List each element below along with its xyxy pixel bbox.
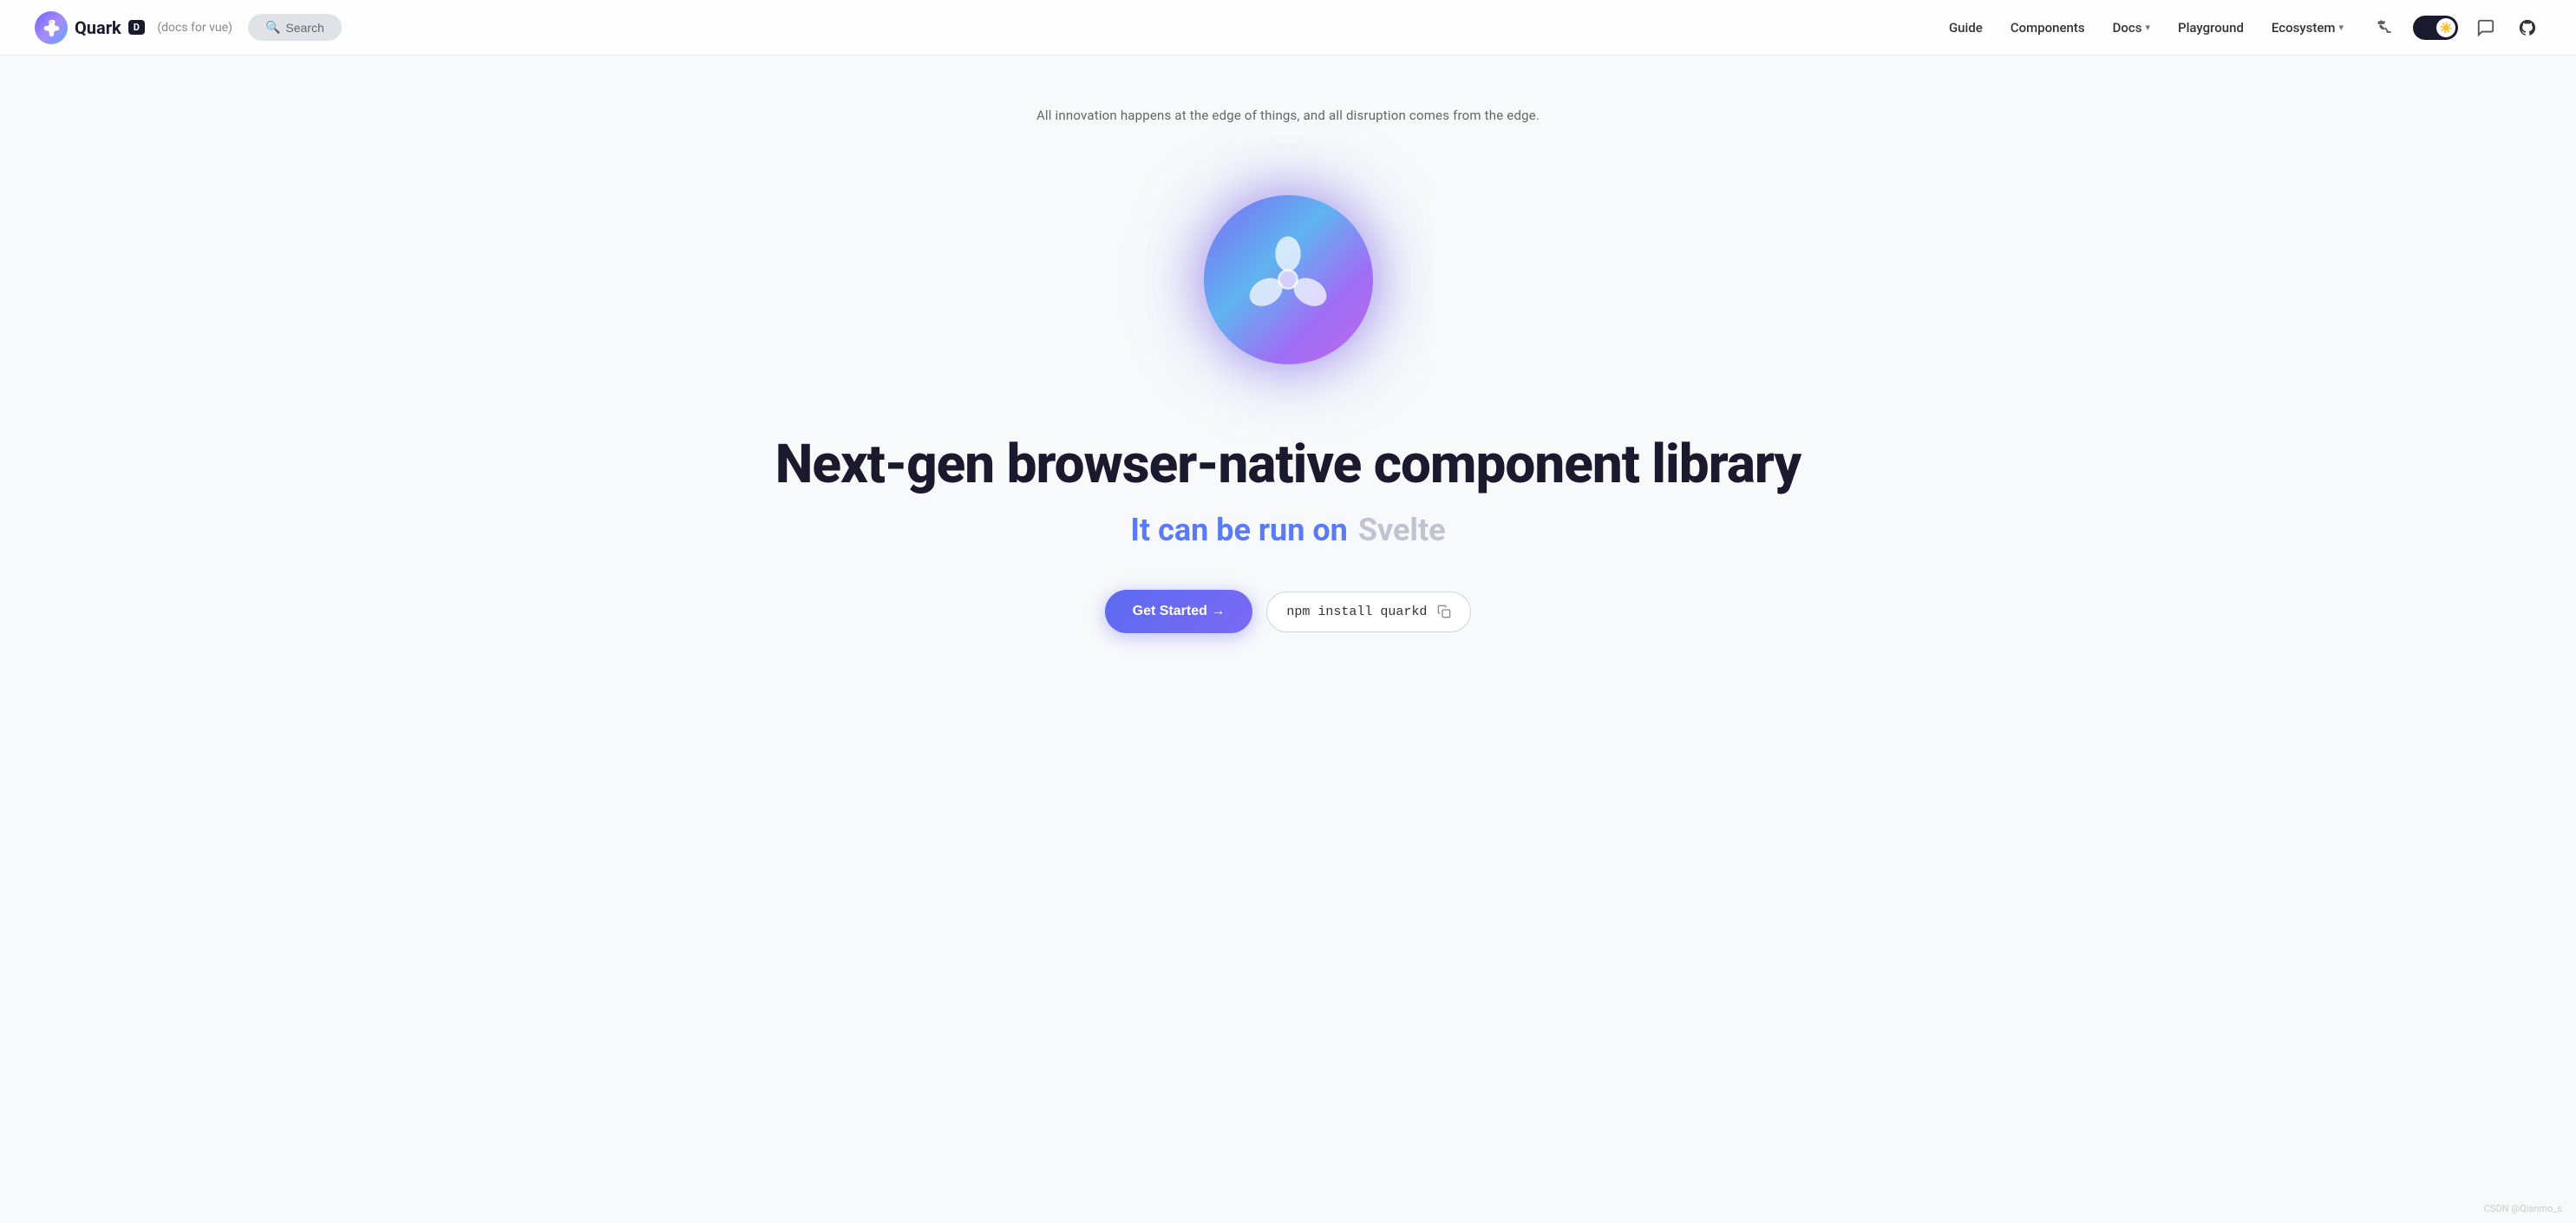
sub-framework: Svelte: [1358, 512, 1446, 548]
nav-actions: ☀️: [2371, 14, 2541, 42]
cta-row: Get Started → npm install quarkd: [1105, 590, 1472, 633]
toggle-knob: ☀️: [2436, 18, 2455, 37]
hero-section: All innovation happens at the edge of th…: [0, 56, 2576, 703]
search-label: Search: [285, 21, 324, 35]
quark-symbol-svg: [1240, 232, 1336, 327]
watermark: CSDN @Qianmo_s: [2484, 1203, 2562, 1214]
tagline: All innovation happens at the edge of th…: [1036, 108, 1540, 123]
nav-link-components[interactable]: Components: [2010, 20, 2085, 36]
docs-for-label: (docs for vue): [157, 21, 232, 35]
quark-logo-wrap: [1167, 158, 1409, 401]
get-started-button[interactable]: Get Started →: [1105, 590, 1253, 633]
nav-link-guide[interactable]: Guide: [1949, 20, 1983, 36]
navbar: Quark D (docs for vue) 🔍 Search Guide Co…: [0, 0, 2576, 56]
translate-button[interactable]: [2371, 14, 2399, 42]
quark-icon-svg: [42, 18, 61, 37]
npm-command-text: npm install quarkd: [1286, 605, 1427, 619]
nav-links: Guide Components Docs ▾ Playground Ecosy…: [1949, 20, 2344, 36]
brand-badge: D: [128, 20, 146, 35]
quark-circle: [1204, 195, 1373, 364]
nav-item-docs: Docs ▾: [2113, 20, 2150, 36]
nav-link-ecosystem[interactable]: Ecosystem ▾: [2272, 20, 2344, 36]
npm-command-box: npm install quarkd: [1266, 592, 1471, 632]
search-button[interactable]: 🔍 Search: [248, 14, 342, 41]
docs-chevron-icon: ▾: [2145, 22, 2150, 33]
brand-name: Quark: [75, 17, 121, 38]
ecosystem-chevron-icon: ▾: [2338, 22, 2344, 33]
nav-item-ecosystem: Ecosystem ▾: [2272, 20, 2344, 36]
headline: Next-gen browser-native component librar…: [775, 435, 1801, 494]
search-icon: 🔍: [265, 20, 280, 35]
theme-toggle[interactable]: ☀️: [2413, 16, 2458, 40]
sub-headline: It can be run on Svelte: [1130, 512, 1445, 548]
sub-prefix: It can be run on: [1130, 512, 1347, 548]
copy-button[interactable]: [1437, 605, 1451, 618]
nav-link-docs[interactable]: Docs ▾: [2113, 20, 2150, 36]
logo-icon: [35, 11, 68, 44]
github-button[interactable]: [2514, 14, 2541, 42]
nav-link-playground[interactable]: Playground: [2178, 20, 2244, 36]
brand-logo[interactable]: Quark D: [35, 11, 145, 44]
sun-icon: ☀️: [2440, 22, 2453, 34]
nav-item-guide: Guide: [1949, 20, 1983, 36]
nav-item-playground: Playground: [2178, 20, 2244, 36]
chat-button[interactable]: [2472, 14, 2500, 42]
nav-item-components: Components: [2010, 20, 2085, 36]
